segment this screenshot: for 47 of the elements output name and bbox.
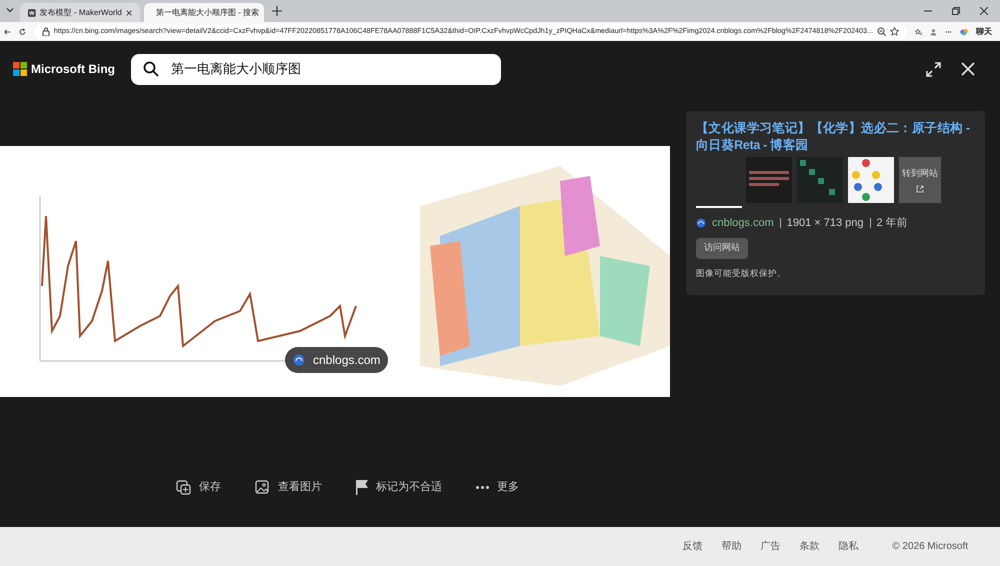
copyright-text: © 2026 Microsoft [892, 540, 968, 554]
source-badge[interactable]: cnblogs.com [285, 347, 388, 373]
flag-icon [356, 480, 368, 495]
action-button[interactable]: 查看图片 [255, 479, 322, 496]
external-link-icon [916, 184, 924, 193]
plus-icon [272, 6, 282, 16]
search-icon [143, 61, 159, 77]
chat-label[interactable]: 聊天 [976, 26, 996, 38]
lock-icon [42, 27, 50, 36]
action-button[interactable]: 标记为不合适 [356, 479, 442, 496]
star-icon [890, 27, 899, 36]
close-icon [980, 7, 988, 15]
more-icon [476, 486, 489, 489]
tab-title: 发布模型 - MakerWorld [40, 6, 122, 18]
footer-link[interactable]: 条款 [799, 539, 820, 554]
action-button[interactable]: 更多 [476, 479, 519, 496]
site-favicon-icon [696, 218, 706, 228]
bing-logo-text: Microsoft Bing [31, 61, 115, 78]
favorites-icon [914, 26, 922, 36]
refresh-icon [18, 26, 26, 36]
action-button[interactable]: 保存 [176, 479, 221, 496]
tab-title: 第一电离能大小顺序图 - 搜索 [156, 6, 260, 18]
site-favicon-icon [293, 354, 305, 366]
image-icon [255, 480, 270, 495]
image-age: 2 年前 [876, 216, 908, 231]
close-icon [126, 8, 132, 16]
search-field[interactable]: 第一电离能大小顺序图 [131, 54, 501, 84]
browser-tab[interactable]: 第一电离能大小顺序图 - 搜索 [144, 3, 264, 22]
expand-icon [926, 62, 941, 76]
footer-link[interactable]: 帮助 [721, 539, 742, 554]
image-dimensions: 1901 × 713 png [786, 216, 864, 231]
profile-icon [930, 26, 937, 36]
microsoft-logo-icon [13, 62, 27, 76]
tab-logo-icon [28, 8, 36, 18]
footer-link[interactable]: 广告 [760, 539, 780, 554]
footer-link[interactable]: 隐私 [838, 539, 858, 554]
browser-tab[interactable]: 发布模型 - MakerWorld [20, 3, 140, 22]
footer-link[interactable]: 反馈 [682, 539, 702, 554]
visit-site-button[interactable]: 访问网站 [696, 238, 748, 258]
zoom-icon [876, 27, 886, 36]
result-title-link[interactable]: 【文化课学习笔记】【化学】选必二：原子结构 - 向日葵Reta - 博客园 [696, 120, 975, 154]
restore-icon [952, 7, 960, 15]
copyright-notice: 图像可能受版权保护。 [696, 266, 787, 280]
go-to-site-button[interactable]: 转到网站 [899, 157, 941, 203]
domain-link[interactable]: cnblogs.com [712, 215, 774, 232]
close-icon [961, 62, 975, 76]
save-icon [176, 480, 191, 495]
